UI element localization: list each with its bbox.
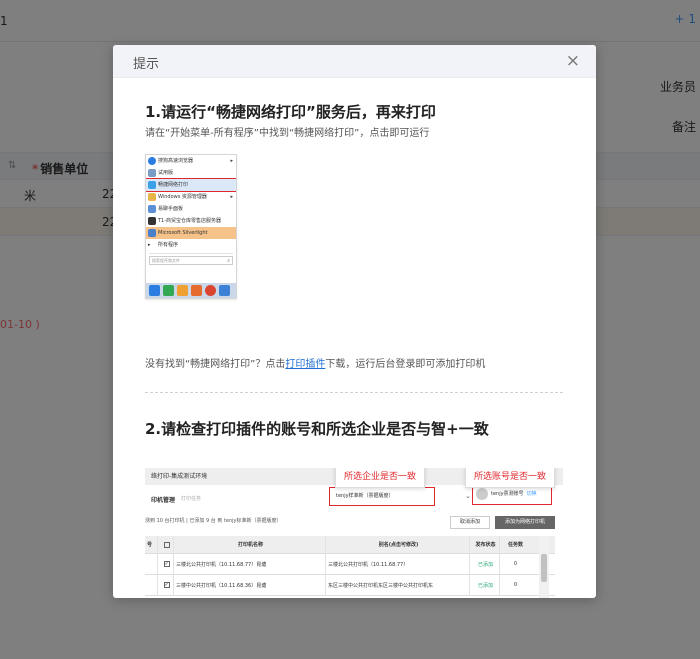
taskbar-icon xyxy=(163,285,174,296)
taskbar-icon xyxy=(191,285,202,296)
step1-tip: 没有找到“畅捷网络打印”？点击打印插件下载，运行后台登录即可添加打印机 xyxy=(145,359,486,370)
plugin-scrollbar xyxy=(539,536,549,598)
taskbar-icon xyxy=(219,285,230,296)
taskbar-icon xyxy=(149,285,160,296)
start-menu-illustration: 搜狗高速浏览器 ▸ 试用版 畅捷网络打印 Windows 资源管理器 ▸ 易聊手面板… xyxy=(145,154,237,299)
plugin-printer-table: 号 打印机名称 别名(点击可修改) 发布状态 任务数 ✓ 三楼北公共打印机（10… xyxy=(145,536,555,596)
plugin-search-label: 打印任务 xyxy=(181,496,202,502)
plugin-add-button: 添加为网络打印机 xyxy=(495,516,555,529)
table-row: ✓ 三楼北公共打印机（10.11.68.77）昆塘 三楼北公共打印机（10.11… xyxy=(145,554,555,575)
dialog-header: 提示 × xyxy=(113,45,596,78)
step1-description: 请在“开始菜单-所有程序”中找到“畅捷网络打印”，点击即可运行 xyxy=(145,128,430,139)
callout-company: 所选企业是否一致 xyxy=(335,468,426,488)
step1-title: 1.请运行“畅捷网络打印”服务后，再来打印 xyxy=(145,103,436,121)
plugin-status-text: 测到 10 台打印机 | 已添加 9 台 到 tenjy标准新（票据版度） xyxy=(145,518,282,524)
print-plugin-link[interactable]: 打印插件 xyxy=(285,359,325,370)
close-icon[interactable]: × xyxy=(566,51,580,71)
menu-item: 试用版 xyxy=(146,167,236,179)
section-divider xyxy=(145,392,563,393)
menu-item: 易聊手面板 xyxy=(146,203,236,215)
plugin-cancel-button: 取消添加 xyxy=(450,516,490,529)
menu-item-highlight: 畅捷网络打印 xyxy=(146,178,236,192)
menu-search-box: 搜索程序和文件 ⌕ xyxy=(149,256,233,265)
avatar xyxy=(476,488,488,500)
taskbar xyxy=(146,283,236,298)
search-icon: ⌕ xyxy=(227,258,230,264)
menu-item-all-programs: ▸ 所有程序 xyxy=(148,242,179,248)
taskbar-icon xyxy=(177,285,188,296)
checkbox-checked-icon: ✓ xyxy=(163,561,170,567)
menu-item: 搜狗高速浏览器 ▸ xyxy=(146,155,236,167)
dialog-title: 提示 xyxy=(133,57,160,72)
checkbox-checked-icon: ✓ xyxy=(163,582,170,588)
dialog-body: 1.请运行“畅捷网络打印”服务后，再来打印 请在“开始菜单-所有程序”中找到“畅… xyxy=(113,78,596,598)
taskbar-icon xyxy=(205,285,216,296)
checkbox-icon xyxy=(163,541,170,548)
menu-item: Microsoft Silverlight xyxy=(146,227,236,239)
plugin-company-select: tenjy样准新（票据版度） xyxy=(329,487,435,506)
plugin-mgmt-label: 印机管理 xyxy=(151,497,176,504)
table-header-row: 号 打印机名称 别名(点击可修改) 发布状态 任务数 xyxy=(145,536,555,554)
chevron-down-icon: ⌄ xyxy=(465,492,471,500)
table-row: ✓ 三楼中公共打印机（10.11.68.36）昆塘 东区三楼中公共打印机东区三楼… xyxy=(145,575,555,596)
menu-item: Windows 资源管理器 ▸ xyxy=(146,191,236,203)
tip-dialog: 提示 × 1.请运行“畅捷网络打印”服务后，再来打印 请在“开始菜单-所有程序”… xyxy=(113,45,596,598)
menu-item: T1-商贸宝仓库零售店服务器 xyxy=(146,215,236,227)
step2-title: 2.请检查打印插件的账号和所选企业是否与智+一致 xyxy=(145,420,489,438)
plugin-illustration: 络打印-集成测试环境 印机管理 打印任务 tenjy样准新（票据版度） ⌄ te… xyxy=(145,468,563,598)
callout-account: 所选账号是否一致 xyxy=(465,468,556,488)
